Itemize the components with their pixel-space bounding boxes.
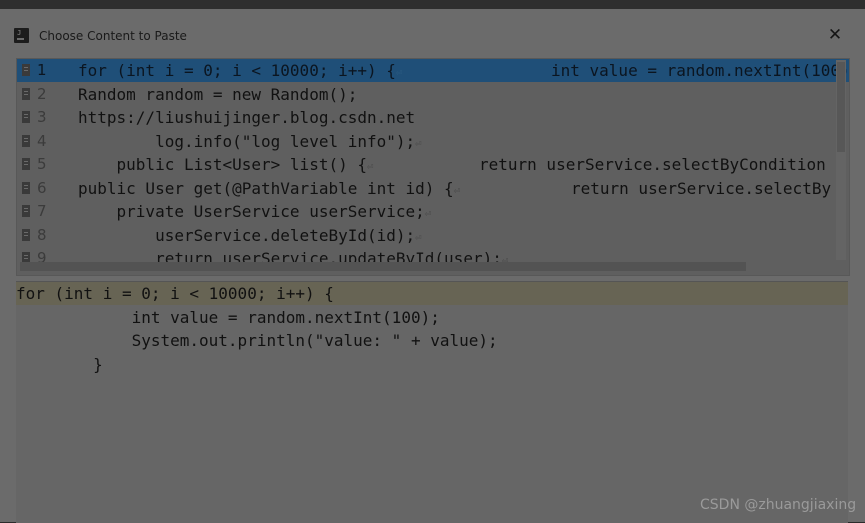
item-text-continuation: return userService.selectByCondition	[479, 155, 826, 174]
clipboard-item[interactable]: 6 public User get(@PathVariable int id) {…	[17, 177, 849, 200]
vertical-scrollbar[interactable]	[836, 60, 846, 260]
item-number: 1	[37, 61, 47, 79]
item-text: for (int i = 0; i < 10000; i++) {⏎	[78, 61, 403, 80]
clipboard-list[interactable]: 1 for (int i = 0; i < 10000; i++) {⏎ int v…	[16, 58, 850, 276]
document-icon	[22, 158, 30, 170]
top-edge-bar	[0, 0, 865, 9]
item-text: log.info("log level info");⏎	[78, 131, 422, 151]
newline-icon: ⏎	[453, 183, 461, 197]
document-icon	[22, 134, 30, 147]
preview-line: int value = random.nextInt(100);	[16, 307, 440, 327]
item-text: userService.deleteById(id);⏎	[78, 225, 422, 245]
clipboard-item[interactable]: 7 private UserService userService;⏎	[17, 200, 849, 223]
newline-icon: ⏎	[415, 136, 422, 150]
newline-icon: ⏎	[424, 207, 432, 220]
clipboard-item[interactable]: 4 log.info("log level info");⏎	[17, 130, 849, 153]
content-preview[interactable]: for (int i = 0; i < 10000; i++) { int va…	[16, 281, 848, 523]
item-text: Random random = new Random();	[78, 84, 358, 104]
clipboard-item[interactable]: 1 for (int i = 0; i < 10000; i++) {⏎ int v…	[17, 59, 849, 82]
clipboard-item[interactable]: 3 https://liushuijinger.blog.csdn.net	[17, 106, 849, 129]
close-icon[interactable]: ✕	[826, 26, 844, 44]
dialog-title: Choose Content to Paste	[39, 29, 187, 43]
dialog-titlebar: J Choose Content to Paste ✕	[0, 23, 865, 49]
newline-icon: ⏎	[366, 160, 374, 173]
item-text: public User get(@PathVariable int id) {⏎	[78, 178, 461, 198]
newline-icon: ⏎	[415, 230, 422, 244]
horizontal-scrollbar[interactable]	[20, 262, 746, 271]
watermark: CSDN @zhuangjiaxing	[700, 497, 857, 513]
intellij-icon: J	[14, 28, 29, 43]
item-number: 5	[37, 155, 47, 173]
document-icon	[22, 111, 30, 123]
preview-line: }	[16, 354, 103, 374]
vertical-scrollbar-thumb[interactable]	[837, 62, 845, 152]
document-icon	[22, 228, 30, 241]
clipboard-item[interactable]: 5 public List<User> list() {⏎ return user…	[17, 153, 849, 176]
item-text: private UserService userService;⏎	[78, 202, 432, 221]
item-number: 7	[37, 202, 47, 220]
document-icon	[22, 64, 30, 76]
preview-line: for (int i = 0; i < 10000; i++) {	[16, 282, 848, 305]
item-number: 6	[37, 178, 47, 197]
preview-line: System.out.println("value: " + value);	[16, 331, 498, 350]
item-text-continuation: return userService.selectBy	[571, 178, 832, 198]
item-text: public List<User> list() {⏎	[78, 155, 374, 174]
item-number: 8	[37, 225, 47, 244]
document-icon	[22, 181, 30, 194]
item-number: 3	[37, 108, 47, 126]
document-icon	[22, 87, 30, 100]
document-icon	[22, 205, 30, 217]
item-number: 4	[37, 131, 47, 150]
newline-icon: ⏎	[395, 66, 403, 79]
clipboard-item[interactable]: 8 userService.deleteById(id);⏎	[17, 224, 849, 247]
item-text-continuation: int value = random.nextInt(100)	[551, 61, 850, 80]
clipboard-item[interactable]: 2 Random random = new Random();	[17, 83, 849, 106]
item-text: https://liushuijinger.blog.csdn.net	[78, 108, 416, 127]
item-number: 2	[37, 84, 47, 103]
